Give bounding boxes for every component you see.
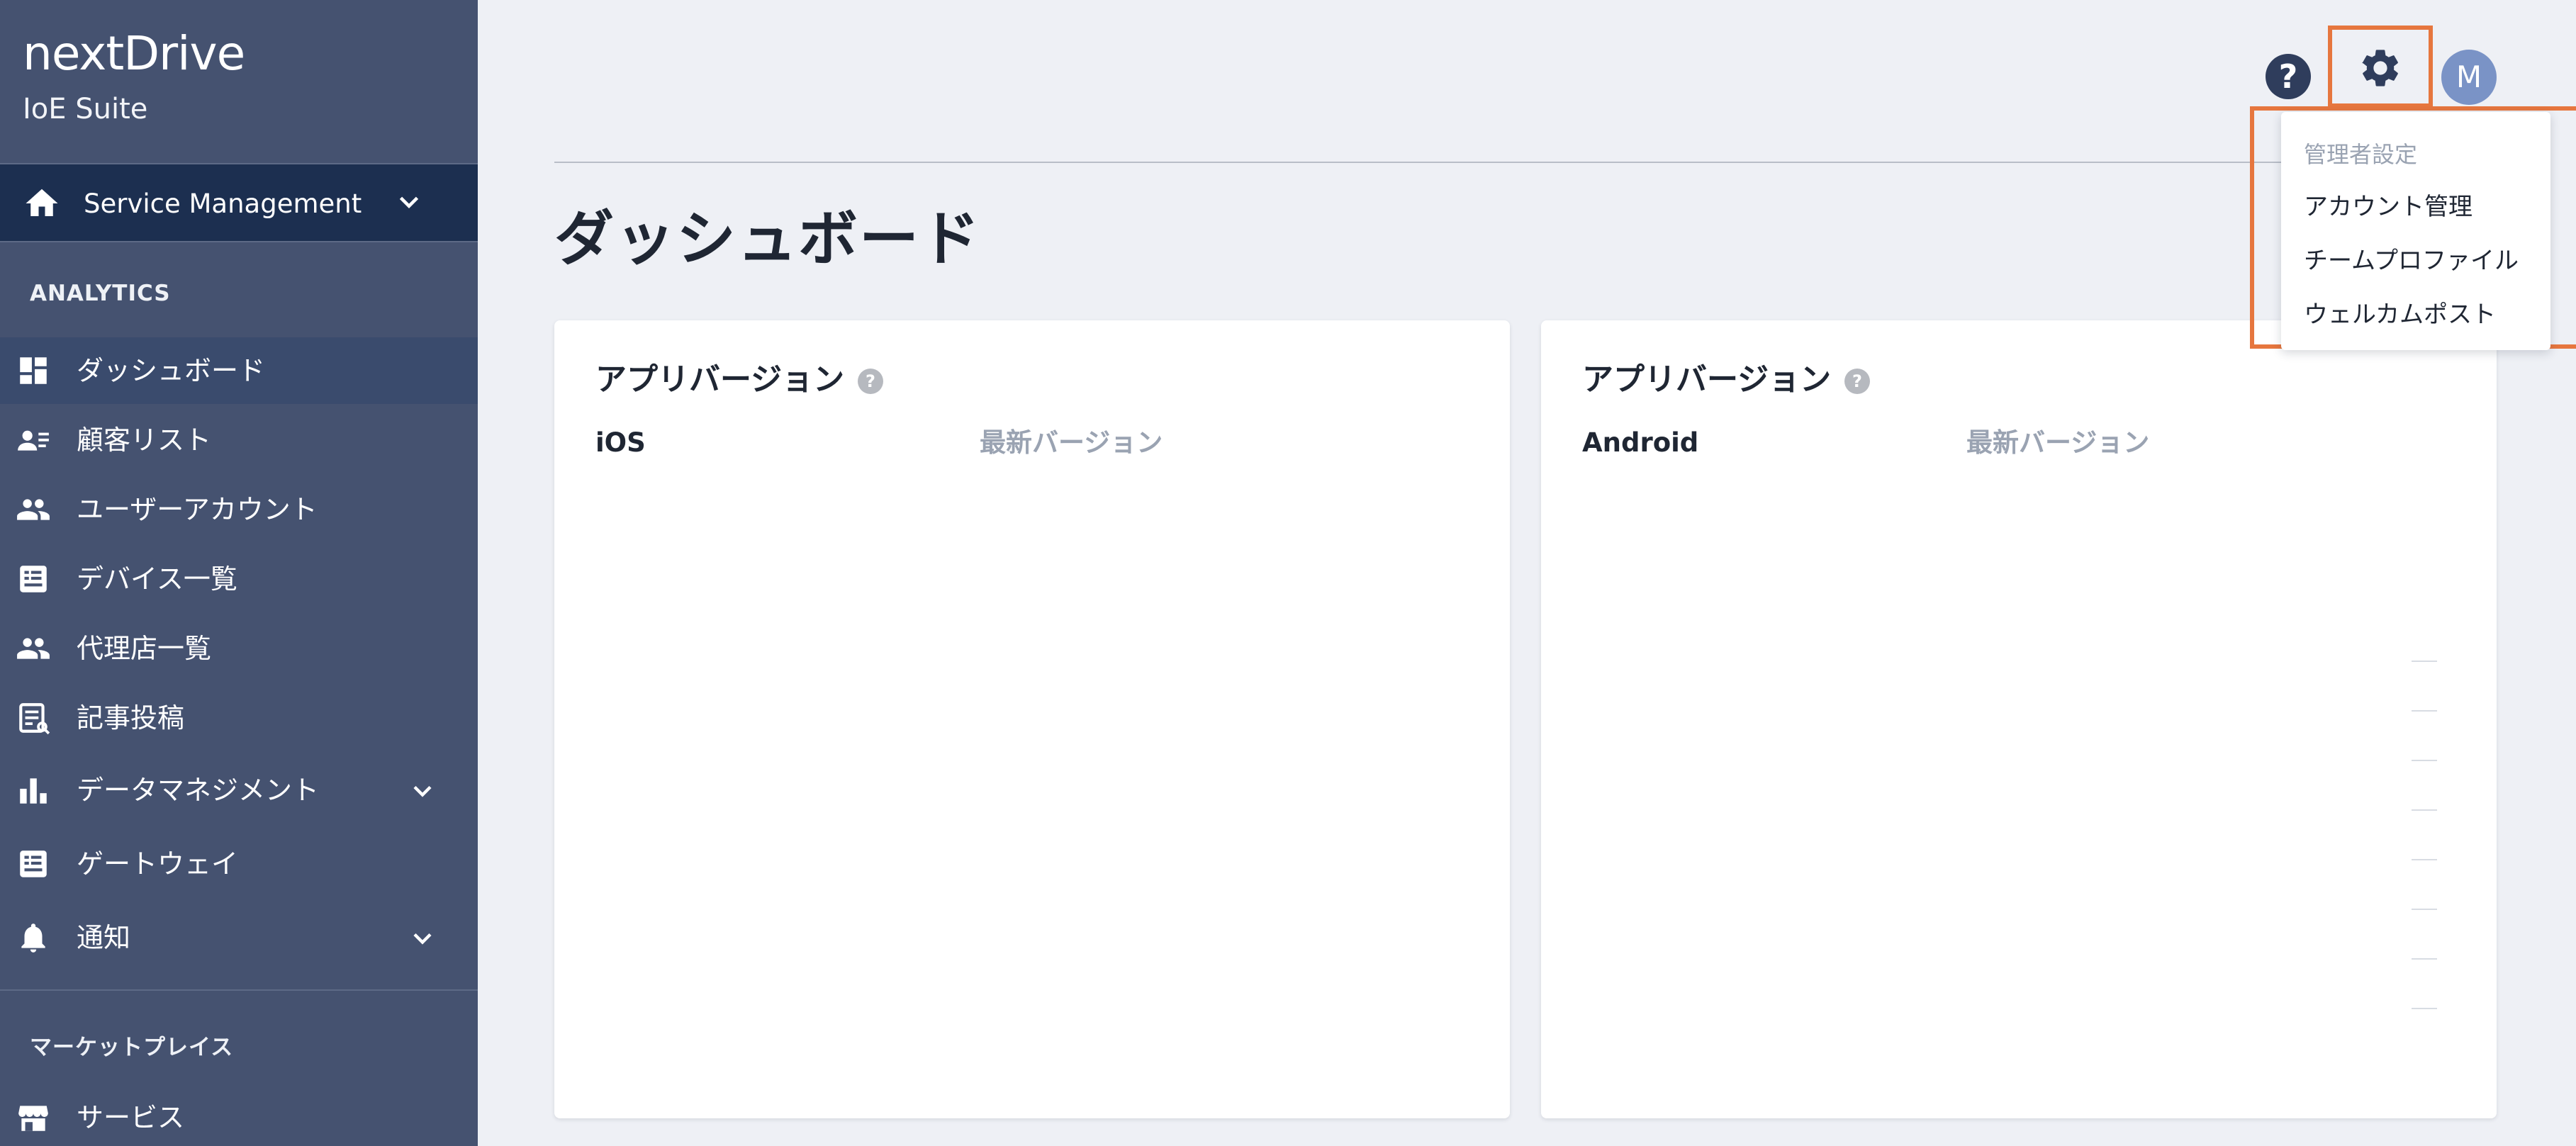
settings-menu-header: 管理者設定 — [2304, 141, 2418, 168]
sidebar-item-label: 顧客リスト — [77, 425, 212, 456]
help-button[interactable]: ? — [2266, 54, 2311, 99]
section-marketplace: マーケットプレイス — [30, 1035, 234, 1060]
sidebar-item-label: ユーザーアカウント — [77, 494, 318, 525]
sidebar-item-customers[interactable]: 顧客リスト — [0, 407, 478, 473]
sidebar-item-label: ゲートウェイ — [77, 848, 239, 880]
header-divider — [554, 162, 2511, 163]
device-icon — [20, 566, 47, 592]
sidebar: nextDrive IoE Suite Service Management A… — [0, 0, 478, 1146]
dashboard-icon — [20, 357, 47, 384]
bell-icon — [21, 923, 45, 953]
sidebar-item-data-management[interactable]: データマネジメント — [0, 757, 478, 824]
sidebar-item-label: 記事投稿 — [77, 702, 185, 734]
sidebar-item-gateway[interactable]: ゲートウェイ — [0, 831, 478, 897]
app-version-card-android: アプリバージョン ? Android 最新バージョン — [1541, 320, 2497, 1118]
home-icon — [26, 189, 58, 216]
sidebar-item-agencies[interactable]: 代理店一覧 — [0, 615, 478, 682]
menu-item-team-profile[interactable]: チームプロファイル — [2304, 244, 2519, 278]
agency-icon — [17, 638, 50, 659]
card-title: アプリバージョン — [1582, 361, 1832, 398]
chart-axis-ticks — [2412, 661, 2440, 1057]
brand: nextDrive IoE Suite — [23, 27, 245, 129]
brand-subtitle: IoE Suite — [23, 93, 148, 125]
sidebar-item-articles[interactable]: 記事投稿 — [0, 685, 478, 751]
sidebar-item-label: デバイス一覧 — [77, 563, 237, 595]
article-icon — [19, 703, 50, 735]
platform-label: Android — [1582, 427, 1699, 458]
service-management-selector[interactable]: Service Management — [0, 163, 478, 242]
settings-menu: 管理者設定 アカウント管理 チームプロファイル ウェルカムポスト — [2281, 112, 2550, 350]
menu-item-account-management[interactable]: アカウント管理 — [2304, 190, 2473, 224]
chevron-down-icon — [413, 785, 432, 797]
help-icon[interactable]: ? — [858, 369, 883, 394]
card-title: アプリバージョン — [595, 361, 845, 398]
store-icon — [18, 1106, 48, 1131]
brand-logo: nextDrive — [23, 26, 245, 81]
platform-label: iOS — [595, 427, 646, 458]
avatar[interactable]: M — [2441, 50, 2497, 105]
sidebar-item-user-accounts[interactable]: ユーザーアカウント — [0, 476, 478, 543]
page-title: ダッシュボード — [554, 204, 982, 274]
sidebar-item-services[interactable]: サービス — [0, 1084, 478, 1146]
help-icon[interactable]: ? — [1844, 369, 1870, 394]
sidebar-item-label: ダッシュボード — [77, 355, 266, 386]
sidebar-item-label: サービス — [77, 1102, 185, 1133]
sidebar-item-dashboard[interactable]: ダッシュボード — [0, 337, 478, 404]
settings-button[interactable] — [2328, 26, 2433, 108]
section-analytics: ANALYTICS — [30, 281, 171, 306]
latest-version-label: 最新バージョン — [1966, 427, 2150, 458]
bar-chart-icon — [20, 778, 47, 804]
customer-list-icon — [18, 430, 49, 451]
gear-icon — [2362, 50, 2398, 86]
service-management-label: Service Management — [84, 189, 362, 219]
chevron-down-icon — [413, 933, 432, 945]
sidebar-item-label: 代理店一覧 — [77, 633, 212, 664]
sidebar-item-devices[interactable]: デバイス一覧 — [0, 546, 478, 612]
sidebar-item-label: 通知 — [77, 922, 131, 953]
latest-version-label: 最新バージョン — [980, 427, 1163, 458]
sidebar-divider — [0, 989, 478, 991]
chevron-down-icon — [399, 196, 419, 209]
menu-item-welcome-post[interactable]: ウェルカムポスト — [2304, 298, 2496, 332]
sidebar-item-notifications[interactable]: 通知 — [0, 904, 478, 971]
app-version-card-ios: アプリバージョン ? iOS 最新バージョン — [554, 320, 1510, 1118]
sidebar-item-label: データマネジメント — [77, 775, 320, 806]
users-icon — [17, 499, 50, 520]
gateway-icon — [20, 850, 47, 877]
